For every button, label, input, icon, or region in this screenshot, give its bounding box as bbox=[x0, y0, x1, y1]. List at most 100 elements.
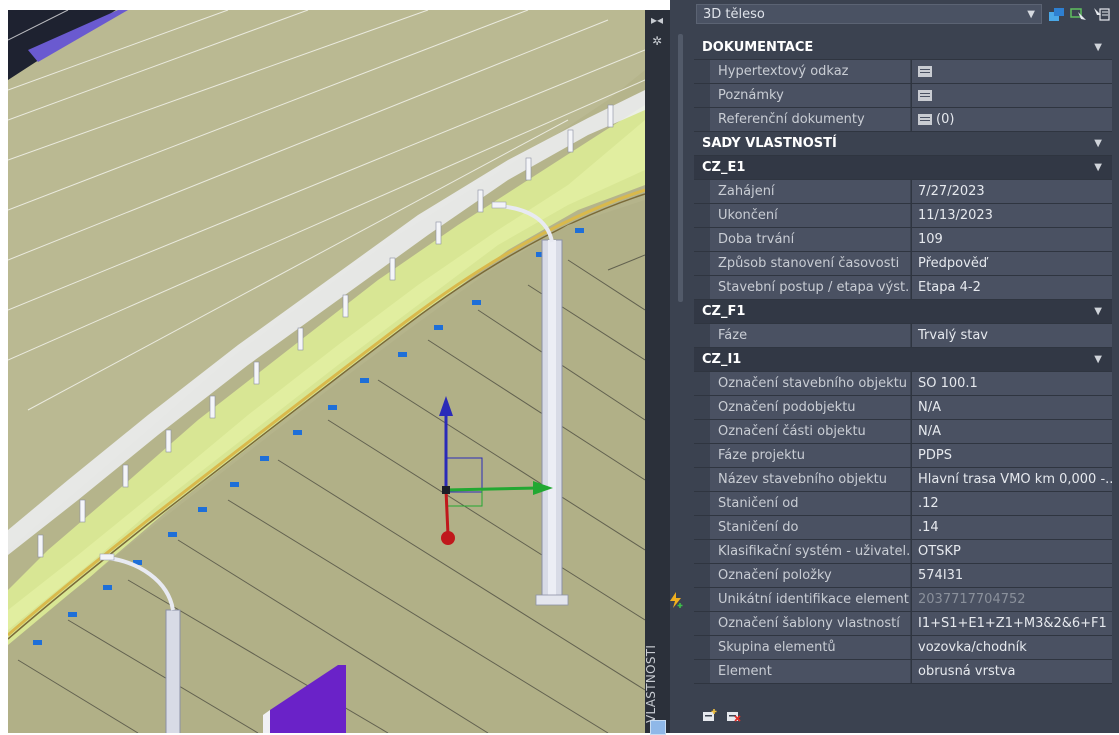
property-row[interactable]: Skupina elementů vozovka/chodník bbox=[694, 636, 1112, 660]
property-row[interactable]: Označení části objektu N/A bbox=[694, 420, 1112, 444]
property-value[interactable]: .14 bbox=[911, 516, 1112, 539]
chevron-down-icon[interactable]: ▼ bbox=[1094, 132, 1102, 155]
property-row[interactable]: Doba trvání 109 bbox=[694, 228, 1112, 252]
section-header[interactable]: DOKUMENTACE ▼ bbox=[694, 36, 1112, 60]
property-name: Staničení do bbox=[710, 516, 910, 539]
section-header[interactable]: CZ_F1 ▼ bbox=[694, 300, 1112, 324]
remove-property-set-icon[interactable] bbox=[726, 708, 742, 722]
row-gutter bbox=[694, 588, 710, 611]
property-row[interactable]: Způsob stanovení časovosti Předpověď bbox=[694, 252, 1112, 276]
property-value[interactable]: 109 bbox=[911, 228, 1112, 251]
property-value[interactable]: N/A bbox=[911, 396, 1112, 419]
property-name: Element bbox=[710, 660, 910, 683]
property-value[interactable] bbox=[911, 84, 1112, 107]
property-row[interactable]: Staničení od .12 bbox=[694, 492, 1112, 516]
property-row[interactable]: Označení stavebního objektu SO 100.1 bbox=[694, 372, 1112, 396]
property-value[interactable] bbox=[911, 60, 1112, 83]
property-value[interactable]: 7/27/2023 bbox=[911, 180, 1112, 203]
chevron-down-icon[interactable]: ▼ bbox=[1094, 300, 1102, 323]
row-gutter bbox=[694, 180, 710, 203]
quick-select-icon[interactable] bbox=[1092, 6, 1110, 22]
property-name: Označení šablony vlastností bbox=[710, 612, 910, 635]
property-row[interactable]: Označení položky 574I31 bbox=[694, 564, 1112, 588]
model-viewport[interactable] bbox=[8, 10, 645, 733]
property-value[interactable]: Hlavní trasa VMO km 0,000 -... bbox=[911, 468, 1112, 491]
property-row[interactable]: Referenční dokumenty (0) bbox=[694, 108, 1112, 132]
row-gutter bbox=[694, 564, 710, 587]
property-row[interactable]: Poznámky bbox=[694, 84, 1112, 108]
property-row[interactable]: Označení šablony vlastností I1+S1+E1+Z1+M… bbox=[694, 612, 1112, 636]
chevron-down-icon[interactable]: ▼ bbox=[1094, 36, 1102, 59]
row-gutter bbox=[694, 636, 710, 659]
property-value-text: Hlavní trasa VMO km 0,000 -... bbox=[918, 472, 1112, 487]
property-value[interactable]: 574I31 bbox=[911, 564, 1112, 587]
property-row[interactable]: Fáze Trvalý stav bbox=[694, 324, 1112, 348]
bottom-toolbar bbox=[670, 700, 1119, 733]
property-row[interactable]: Staničení do .14 bbox=[694, 516, 1112, 540]
property-value-text: vozovka/chodník bbox=[918, 640, 1027, 655]
row-gutter bbox=[694, 228, 710, 251]
add-property-set-icon[interactable] bbox=[702, 708, 718, 722]
property-value[interactable]: Etapa 4-2 bbox=[911, 276, 1112, 299]
property-row[interactable]: Ukončení 11/13/2023 bbox=[694, 204, 1112, 228]
row-gutter bbox=[694, 60, 710, 83]
property-name: Fáze bbox=[710, 324, 910, 347]
property-value[interactable]: PDPS bbox=[911, 444, 1112, 467]
property-row[interactable]: Fáze projektu PDPS bbox=[694, 444, 1112, 468]
section-header[interactable]: CZ_I1 ▼ bbox=[694, 348, 1112, 372]
property-row[interactable]: Klasifikační systém - uživatel... OTSKP bbox=[694, 540, 1112, 564]
select-objects-icon[interactable] bbox=[1070, 6, 1088, 22]
settings-icon[interactable]: ✲ bbox=[649, 34, 665, 48]
property-row[interactable]: Hypertextový odkaz bbox=[694, 60, 1112, 84]
property-name: Stavební postup / etapa výst... bbox=[710, 276, 910, 299]
row-gutter bbox=[694, 324, 710, 347]
section-title: CZ_E1 bbox=[702, 160, 746, 175]
property-value-text: 7/27/2023 bbox=[918, 184, 985, 199]
property-value[interactable]: .12 bbox=[911, 492, 1112, 515]
section-header[interactable]: CZ_E1 ▼ bbox=[694, 156, 1112, 180]
property-name: Označení stavebního objektu bbox=[710, 372, 910, 395]
property-value-text: 109 bbox=[918, 232, 943, 247]
chevron-down-icon[interactable]: ▼ bbox=[1094, 348, 1102, 371]
row-gutter bbox=[694, 396, 710, 419]
property-value[interactable]: obrusná vrstva bbox=[911, 660, 1112, 683]
property-value[interactable]: (0) bbox=[911, 108, 1112, 131]
property-row[interactable]: Unikátní identifikace element... 20377177… bbox=[670, 588, 1112, 612]
property-value[interactable]: N/A bbox=[911, 420, 1112, 443]
row-gutter bbox=[694, 276, 710, 299]
property-value-text: SO 100.1 bbox=[918, 376, 978, 391]
lightning-icon bbox=[670, 592, 683, 608]
chevron-down-icon[interactable]: ▼ bbox=[1094, 156, 1102, 179]
property-value[interactable]: SO 100.1 bbox=[911, 372, 1112, 395]
properties-panel: 3D těleso ▼ DOKUMENTACE ▼ Hypertextový odk… bbox=[670, 0, 1119, 733]
property-row[interactable]: Stavební postup / etapa výst... Etapa 4-2 bbox=[694, 276, 1112, 300]
pin-icon[interactable]: ▸◂ bbox=[649, 13, 665, 27]
property-value[interactable]: Předpověď bbox=[911, 252, 1112, 275]
document-icon[interactable] bbox=[918, 66, 932, 77]
property-value[interactable]: Trvalý stav bbox=[911, 324, 1112, 347]
section-header[interactable]: SADY VLASTNOSTÍ ▼ bbox=[694, 132, 1112, 156]
property-name: Poznámky bbox=[710, 84, 910, 107]
property-value[interactable]: vozovka/chodník bbox=[911, 636, 1112, 659]
property-name: Fáze projektu bbox=[710, 444, 910, 467]
object-type-select[interactable]: 3D těleso ▼ bbox=[696, 4, 1042, 24]
property-row[interactable]: Element obrusná vrstva bbox=[694, 660, 1112, 684]
property-value-text: .12 bbox=[918, 496, 939, 511]
property-value[interactable]: 2037717704752 bbox=[911, 588, 1112, 611]
property-value[interactable]: I1+S1+E1+Z1+M3&2&6+F1 bbox=[911, 612, 1112, 635]
scrollbar[interactable] bbox=[678, 34, 683, 302]
toggle-pickadd-icon[interactable] bbox=[1048, 6, 1066, 22]
document-icon[interactable] bbox=[918, 90, 932, 101]
scrollbar-thumb[interactable] bbox=[678, 34, 683, 302]
property-row[interactable]: Název stavebního objektu Hlavní trasa VMO… bbox=[694, 468, 1112, 492]
section-title: DOKUMENTACE bbox=[702, 40, 814, 55]
property-name: Zahájení bbox=[710, 180, 910, 203]
document-icon[interactable] bbox=[918, 114, 932, 125]
property-row[interactable]: Zahájení 7/27/2023 bbox=[694, 180, 1112, 204]
property-name: Referenční dokumenty bbox=[710, 108, 910, 131]
chevron-down-icon: ▼ bbox=[1027, 9, 1035, 20]
property-value[interactable]: OTSKP bbox=[911, 540, 1112, 563]
property-name: Unikátní identifikace element... bbox=[710, 588, 910, 611]
property-value[interactable]: 11/13/2023 bbox=[911, 204, 1112, 227]
property-row[interactable]: Označení podobjektu N/A bbox=[694, 396, 1112, 420]
